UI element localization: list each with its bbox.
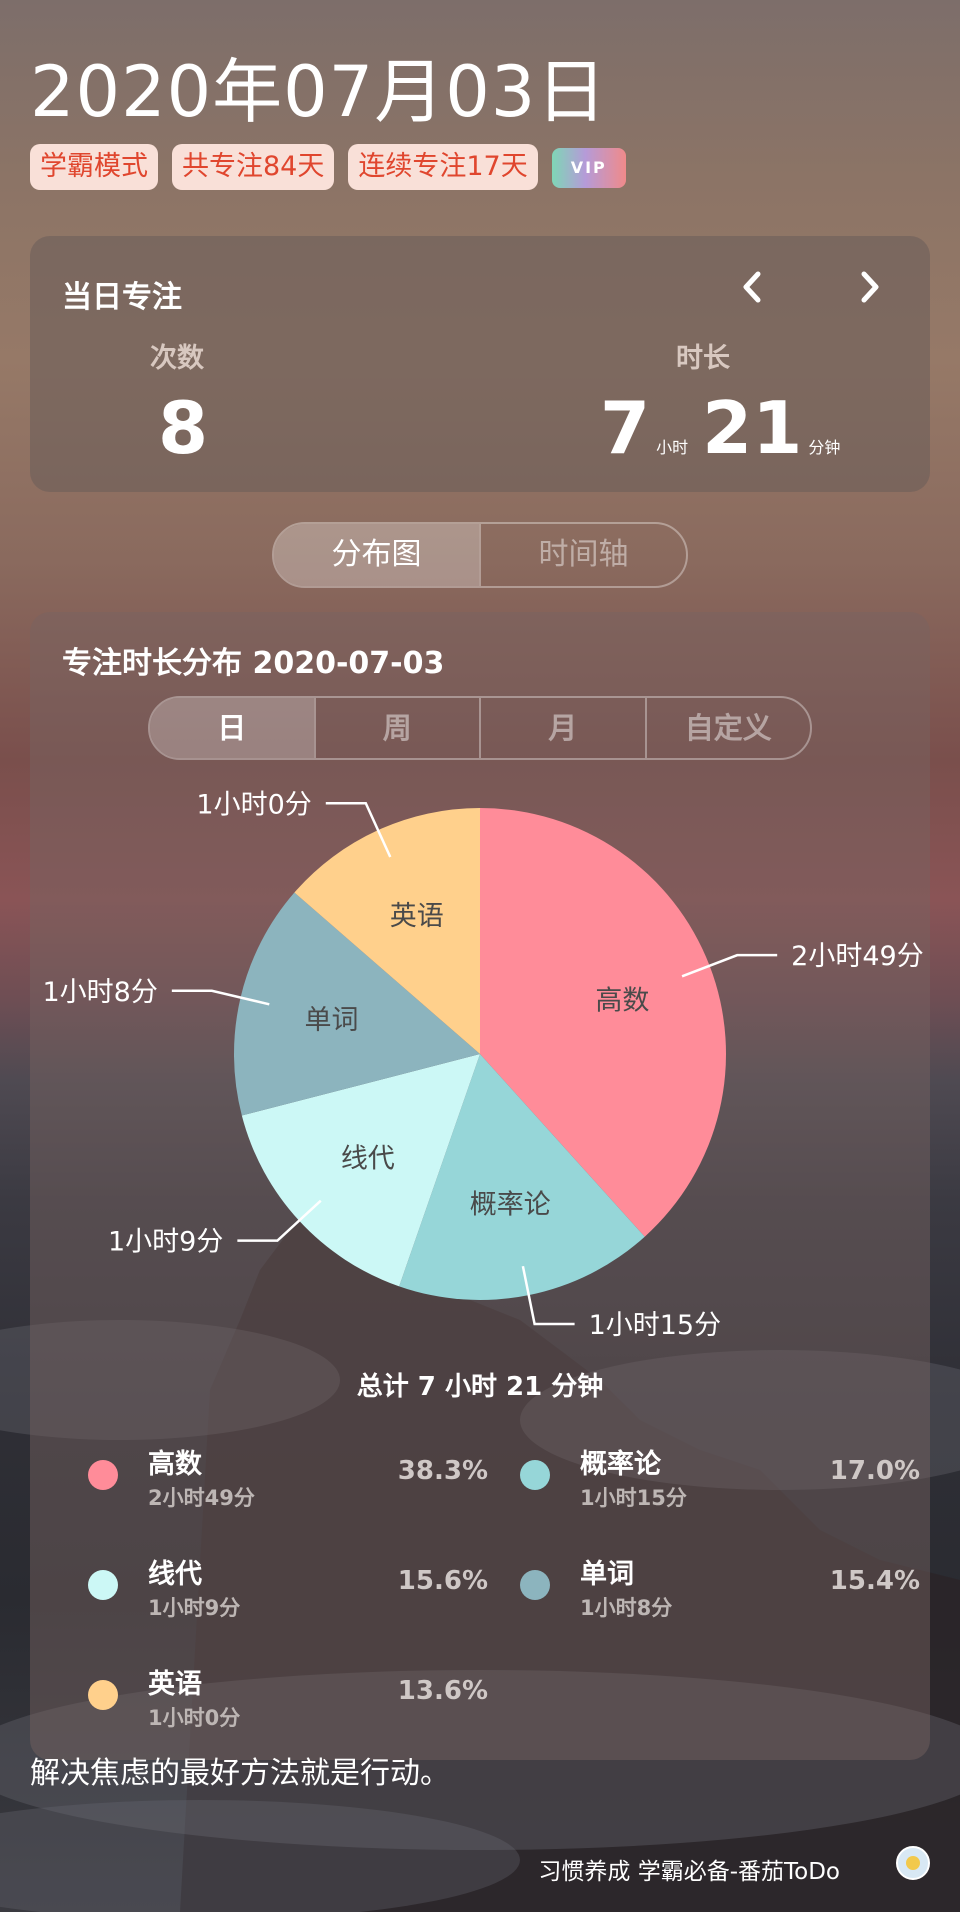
legend-item[interactable]: 线代 1小时9分 15.6% <box>88 1552 488 1632</box>
legend-duration: 1小时8分 <box>580 1596 673 1620</box>
legend-name: 概率论 <box>580 1449 661 1480</box>
legend-percent: 15.6% <box>397 1566 488 1596</box>
count-label: 次数 <box>150 343 204 374</box>
legend-name: 英语 <box>148 1669 202 1700</box>
focus-pie-chart: 高数 2小时49分概率论 1小时15分 线代 1小时9分 单词 1小时8分 英语 1小时0分 <box>42 789 924 1341</box>
daily-focus-card: 当日专注 次数 8 时长 7 小时 21 分钟 <box>30 236 930 492</box>
view-switcher: 分布图 时间轴 <box>272 522 688 588</box>
legend-item[interactable]: 英语 1小时0分 13.6% <box>88 1662 488 1742</box>
legend-duration: 2小时49分 <box>148 1486 255 1510</box>
legend-duration: 1小时0分 <box>148 1706 241 1730</box>
duration-minutes-unit: 分钟 <box>808 438 841 457</box>
legend-color-dot <box>520 1570 550 1600</box>
legend-percent: 38.3% <box>397 1456 488 1486</box>
page-date-title: 2020年07月03日 <box>30 51 608 133</box>
tab-timeline[interactable]: 时间轴 <box>479 524 686 586</box>
motivational-quote: 解决焦虑的最好方法就是行动。 <box>30 1756 450 1791</box>
app-logo-icon <box>896 1846 930 1880</box>
pie-value-label: 2小时49分 <box>791 941 924 972</box>
legend-duration: 1小时15分 <box>580 1486 687 1510</box>
pie-value-label: 1小时15分 <box>589 1310 722 1341</box>
legend-name: 高数 <box>148 1449 202 1480</box>
legend-color-dot <box>88 1570 118 1600</box>
legend-percent: 17.0% <box>829 1456 920 1486</box>
count-value: 8 <box>158 386 209 470</box>
pie-slice-label: 单词 <box>305 1005 359 1036</box>
legend-item[interactable]: 概率论 1小时15分 17.0% <box>520 1442 920 1522</box>
daily-focus-title: 当日专注 <box>62 280 182 315</box>
chevron-left-icon[interactable] <box>730 264 776 310</box>
pie-value-label: 1小时8分 <box>42 977 157 1008</box>
pie-slice-label: 高数 <box>595 985 649 1016</box>
total-duration: 总计 7 小时 21 分钟 <box>356 1372 604 1402</box>
tab-distribution[interactable]: 分布图 <box>274 524 479 586</box>
distribution-card: 专注时长分布 2020-07-03 日 周 月 自定义 高数 2小时49分 概率论 1… <box>30 612 930 1760</box>
footer-brand: 习惯养成 学霸必备-番茄ToDo <box>538 1859 840 1885</box>
legend-color-dot <box>88 1680 118 1710</box>
achievement-tags: 学霸模式 共专注84天 连续专注17天 VIP <box>30 144 626 190</box>
legend-percent: 13.6% <box>397 1676 488 1706</box>
legend-color-dot <box>520 1460 550 1490</box>
legend-percent: 15.4% <box>829 1566 920 1596</box>
chevron-right-icon[interactable] <box>846 264 892 310</box>
pie-slice-label: 英语 <box>390 901 444 932</box>
total-days-tag[interactable]: 共专注84天 <box>172 144 335 190</box>
pie-value-label: 1小时9分 <box>108 1227 223 1258</box>
legend-item[interactable]: 单词 1小时8分 15.4% <box>520 1552 920 1632</box>
duration-hours: 7 <box>600 386 651 470</box>
mode-tag[interactable]: 学霸模式 <box>30 144 158 190</box>
legend-name: 线代 <box>148 1559 202 1590</box>
streak-tag[interactable]: 连续专注17天 <box>348 144 538 190</box>
vip-badge[interactable]: VIP <box>551 148 626 188</box>
duration-value: 7 小时 21 分钟 <box>600 386 854 470</box>
pie-value-label: 1小时0分 <box>196 789 311 820</box>
legend-duration: 1小时9分 <box>148 1596 241 1620</box>
duration-minutes: 21 <box>702 386 803 470</box>
pie-slice-label: 线代 <box>341 1143 395 1174</box>
legend-color-dot <box>88 1460 118 1490</box>
pie-slice-label: 概率论 <box>470 1189 551 1220</box>
legend-item[interactable]: 高数 2小时49分 38.3% <box>88 1442 488 1522</box>
legend-name: 单词 <box>580 1559 634 1590</box>
duration-hours-unit: 小时 <box>656 438 689 457</box>
duration-label: 时长 <box>676 343 730 374</box>
